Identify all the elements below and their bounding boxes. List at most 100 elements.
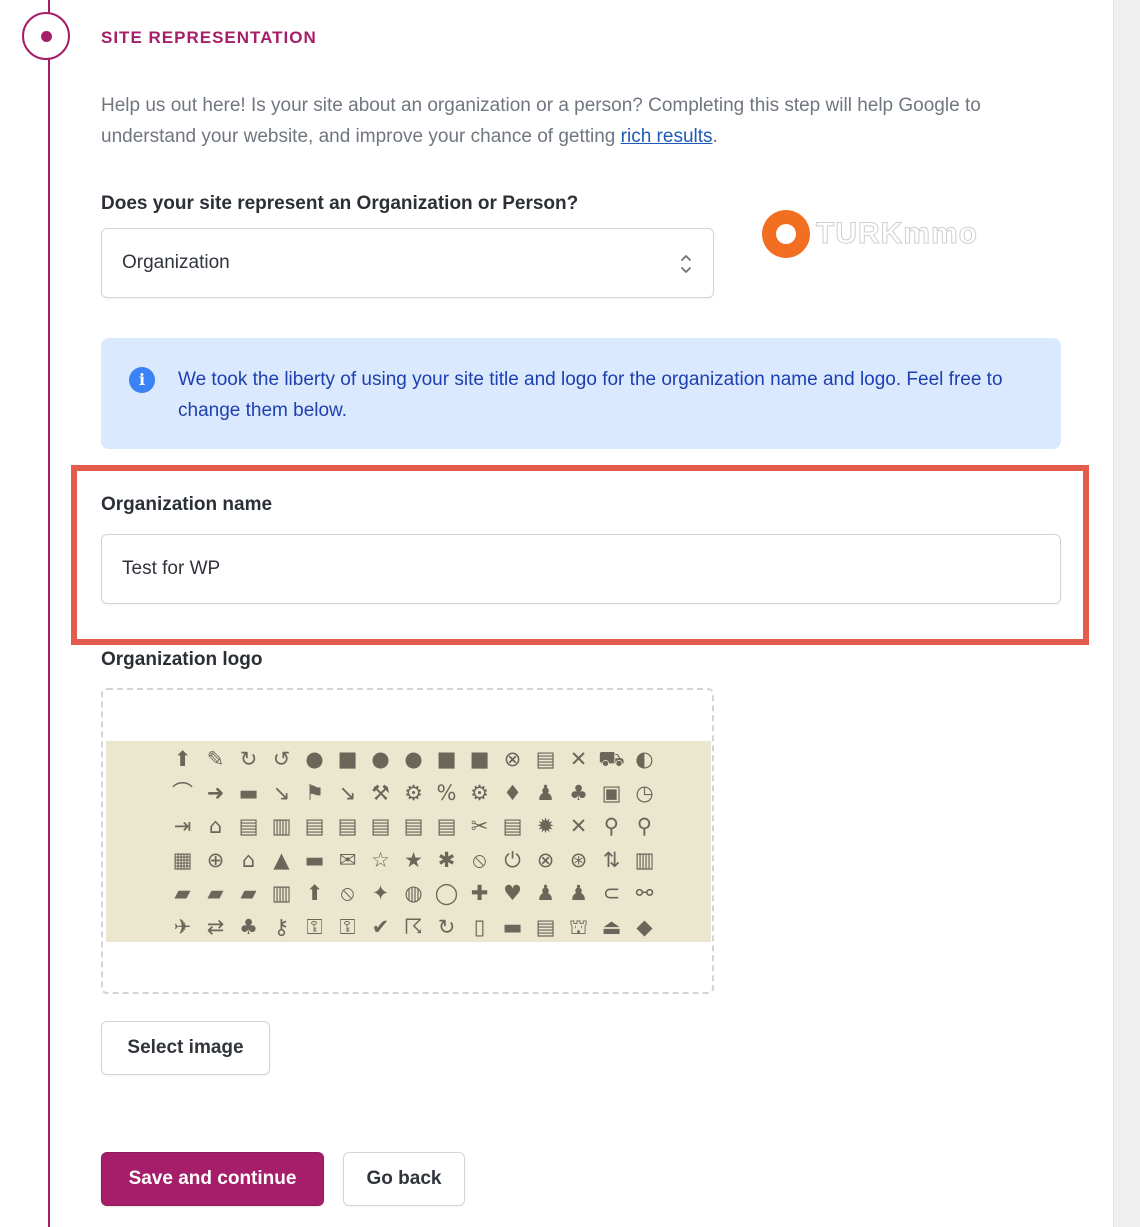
logo-glyph-icon: ⚙ xyxy=(404,780,423,805)
logo-glyph-icon: ⌂ xyxy=(208,814,223,838)
watermark-logo-icon xyxy=(762,210,810,258)
logo-glyph-icon: ▥ xyxy=(634,847,655,872)
logo-glyph-icon: ▥ xyxy=(271,814,292,838)
logo-glyph-icon: ⚲ xyxy=(636,814,653,838)
logo-glyph-icon: ↘ xyxy=(272,780,291,805)
logo-glyph-icon: ■ xyxy=(337,747,358,771)
logo-glyph-icon: ▲ xyxy=(273,847,290,872)
logo-glyph-icon: ▬ xyxy=(238,780,259,805)
step-title: SITE REPRESENTATION xyxy=(101,28,317,47)
org-logo-image: ⬆ ✎ ↻ ↺ ● ■ ● ● ■ ■ ⊗ ▤ ✕ ⛟ ◐ ⌒ ➜ ▬ ↘ ⚑ ↘ ⚒ ⚙% ⚙ ♦ ♟ ♣ ▣ ◷ ⇥ ⌂ ▤ ▥ ▤ ▤ ▤ ▤ ▤ ✂… xyxy=(106,741,711,942)
logo-icon-grid: ⬆ ✎ ↻ ↺ ● ■ ● ● ■ ■ ⊗ ▤ ✕ ⛟ ◐ ⌒ ➜ ▬ ↘ ⚑ ↘ ⚒ ⚙% ⚙ ♦ ♟ ♣ ▣ ◷ ⇥ ⌂ ▤ ▥ ▤ ▤ ▤ ▤ ▤ ✂… xyxy=(166,743,661,942)
logo-glyph-icon: ☆ xyxy=(371,847,390,872)
logo-glyph-icon: ✔ xyxy=(371,914,390,939)
select-image-button[interactable]: Select image xyxy=(101,1021,270,1075)
logo-glyph-icon: ⇥ xyxy=(173,814,192,838)
logo-glyph-icon: ★ xyxy=(404,847,423,872)
represent-select-value: Organization xyxy=(122,252,230,273)
logo-glyph-icon: ⦸ xyxy=(472,847,487,872)
logo-glyph-icon: ▤ xyxy=(238,814,259,838)
logo-glyph-icon: ▤ xyxy=(370,814,391,838)
save-and-continue-button[interactable]: Save and continue xyxy=(101,1152,324,1206)
logo-glyph-icon: ♥ xyxy=(503,881,522,905)
logo-glyph-icon: % xyxy=(436,780,457,805)
logo-glyph-icon: ▤ xyxy=(304,814,325,838)
logo-glyph-icon: ↻ xyxy=(239,747,258,771)
logo-glyph-icon: ◷ xyxy=(635,780,654,805)
logo-glyph-icon: ✱ xyxy=(437,847,456,872)
logo-glyph-icon: ▤ xyxy=(403,814,424,838)
step-marker-icon xyxy=(22,12,70,60)
logo-glyph-icon: ▥ xyxy=(271,881,292,905)
logo-glyph-icon: ▬ xyxy=(502,914,523,939)
logo-glyph-icon: ♟ xyxy=(536,780,555,805)
logo-glyph-icon: ✦ xyxy=(371,881,390,905)
logo-glyph-icon: ▯ xyxy=(473,914,486,939)
org-logo-dropzone[interactable]: ⬆ ✎ ↻ ↺ ● ■ ● ● ■ ■ ⊗ ▤ ✕ ⛟ ◐ ⌒ ➜ ▬ ↘ ⚑ ↘ ⚒ ⚙% ⚙ ♦ ♟ ♣ ▣ ◷ ⇥ ⌂ ▤ ▥ ▤ ▤ ▤ ▤ ▤ ✂… xyxy=(101,688,714,994)
logo-glyph-icon: ▦ xyxy=(172,847,193,872)
logo-glyph-icon: ➜ xyxy=(206,780,225,805)
logo-glyph-icon: ⏏ xyxy=(601,914,622,939)
logo-glyph-icon: ⚑ xyxy=(305,780,324,805)
info-notice-text: We took the liberty of using your site t… xyxy=(178,369,1003,421)
logo-glyph-icon: ▣ xyxy=(601,780,622,805)
step-active-dot xyxy=(41,31,52,42)
represent-select[interactable]: Organization xyxy=(101,228,714,298)
logo-glyph-icon: ✹ xyxy=(536,814,555,838)
logo-glyph-icon: ✂ xyxy=(470,814,489,838)
info-notice: i We took the liberty of using your site… xyxy=(101,338,1061,449)
step-intro: Help us out here! Is your site about an … xyxy=(101,90,1061,152)
logo-glyph-icon: ▬ xyxy=(304,847,325,872)
logo-glyph-icon: ✕ xyxy=(569,747,588,771)
logo-glyph-icon: ⬆ xyxy=(305,881,324,905)
logo-glyph-icon: ● xyxy=(371,747,390,771)
logo-glyph-icon: ↺ xyxy=(272,747,291,771)
logo-glyph-icon: ● xyxy=(404,747,423,771)
org-name-label: Organization name xyxy=(101,494,273,515)
logo-glyph-icon: ⇅ xyxy=(602,847,621,872)
logo-glyph-icon: ⚿ xyxy=(306,914,323,939)
logo-glyph-icon: ✕ xyxy=(569,814,588,838)
logo-glyph-icon: ♣ xyxy=(569,780,588,805)
logo-glyph-icon: ⚲ xyxy=(603,814,620,838)
intro-end: . xyxy=(712,126,718,147)
org-logo-label: Organization logo xyxy=(101,649,263,670)
logo-glyph-icon: ♦ xyxy=(503,780,522,805)
logo-glyph-icon: ⊗ xyxy=(536,847,555,872)
watermark-text: TURKmmo xyxy=(816,217,978,251)
logo-glyph-icon: ■ xyxy=(436,747,457,771)
logo-glyph-icon: ⏻ xyxy=(504,847,521,872)
logo-glyph-icon: ⚿ xyxy=(339,914,356,939)
logo-glyph-icon: ▤ xyxy=(436,814,457,838)
org-name-input[interactable] xyxy=(101,534,1061,604)
logo-glyph-icon: ✎ xyxy=(206,747,225,771)
step-timeline xyxy=(48,0,50,1227)
intro-text: Help us out here! Is your site about an … xyxy=(101,95,981,147)
logo-glyph-icon: ⚷ xyxy=(273,914,290,939)
info-icon: i xyxy=(129,367,155,393)
right-gutter xyxy=(1113,0,1140,1227)
logo-glyph-icon: ▤ xyxy=(535,914,556,939)
represent-label: Does your site represent an Organization… xyxy=(101,193,579,214)
logo-glyph-icon: ✈ xyxy=(173,914,192,939)
watermark: TURKmmo xyxy=(762,206,978,262)
logo-glyph-icon: ↻ xyxy=(437,914,456,939)
logo-glyph-icon: ⊂ xyxy=(602,881,621,905)
logo-glyph-icon: ♟ xyxy=(569,881,588,905)
logo-glyph-icon: ⊕ xyxy=(206,847,225,872)
logo-glyph-icon: ♣ xyxy=(239,914,258,939)
logo-glyph-icon: ☈ xyxy=(404,914,423,939)
logo-glyph-icon: ⇄ xyxy=(206,914,225,939)
logo-glyph-icon: ⬆ xyxy=(173,747,192,771)
go-back-button[interactable]: Go back xyxy=(343,1152,465,1206)
chevron-up-down-icon xyxy=(681,255,691,273)
logo-glyph-icon: ▰ xyxy=(207,881,224,905)
logo-glyph-icon: ▰ xyxy=(174,881,191,905)
logo-glyph-icon: ⛫ xyxy=(568,914,589,939)
logo-glyph-icon: ♟ xyxy=(536,881,555,905)
logo-glyph-icon: ✉ xyxy=(338,847,357,872)
logo-glyph-icon: ▤ xyxy=(535,747,556,771)
logo-glyph-icon: ⛟ xyxy=(598,747,625,771)
logo-glyph-icon: ⚯ xyxy=(635,881,654,905)
rich-results-link[interactable]: rich results xyxy=(621,126,713,147)
